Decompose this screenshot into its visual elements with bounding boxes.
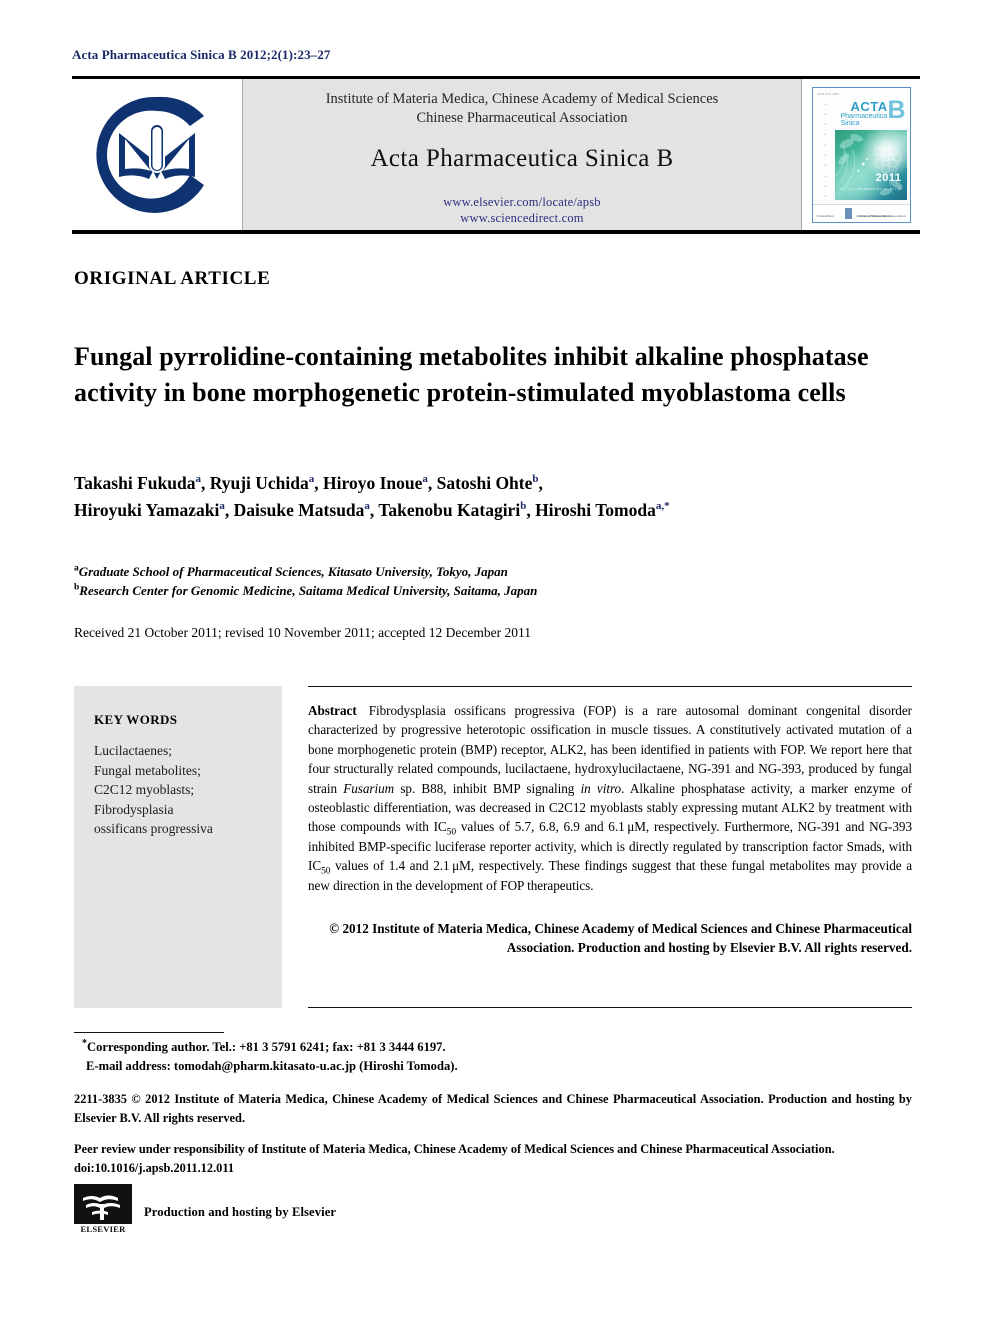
affiliation-item: aGraduate School of Pharmaceutical Scien… bbox=[74, 562, 874, 581]
elsevier-footer-caption: Production and hosting by Elsevier bbox=[144, 1204, 337, 1219]
cover-artwork: 2011 Vol. 1 No. 1 DECEMBER 2011 PAGES 1–… bbox=[834, 129, 907, 200]
author-affiliation-marker: a bbox=[195, 473, 201, 486]
author-affiliation-marker: a,* bbox=[655, 500, 670, 513]
author-affiliation-marker: a bbox=[219, 500, 225, 513]
cover-series-letter: B bbox=[887, 95, 906, 124]
keyword-item: Lucilactaenes; bbox=[94, 743, 172, 758]
sciencedirect-link[interactable]: www.sciencedirect.com bbox=[443, 211, 601, 227]
abstract-label: Abstract bbox=[308, 703, 357, 718]
peer-review-statement: Peer review under responsibility of Inst… bbox=[74, 1142, 835, 1156]
ic50-subscript: 50 bbox=[321, 866, 331, 877]
keyword-item: ossificans progressiva bbox=[94, 821, 213, 836]
abstract-copyright: © 2012 Institute of Materia Medica, Chin… bbox=[329, 921, 912, 956]
article-title: Fungal pyrrolidine-containing metabolite… bbox=[74, 342, 869, 408]
masthead-logo-cell bbox=[72, 79, 242, 230]
corresponding-author-footnote: *Corresponding author. Tel.: +81 3 5791 … bbox=[82, 1038, 458, 1075]
cover-top-note: ISSN 2211-3835 bbox=[817, 92, 840, 96]
keywords-box: KEY WORDS Lucilactaenes; Fungal metabolit… bbox=[74, 686, 282, 1008]
article-doi[interactable]: doi:10.1016/j.apsb.2011.12.011 bbox=[74, 1159, 912, 1178]
author-list: Takashi Fukudaa, Ryuji Uchidaa, Hiroyo I… bbox=[74, 473, 670, 520]
ic50-subscript: 50 bbox=[446, 828, 457, 839]
author-affiliation-marker: a bbox=[364, 500, 370, 513]
affiliation-item: bResearch Center for Genomic Medicine, S… bbox=[74, 581, 874, 600]
institute-of-materia-medica-logo bbox=[96, 96, 204, 213]
corresponding-author-contact: Corresponding author. Tel.: +81 3 5791 6… bbox=[87, 1040, 446, 1054]
journal-cover-thumbnail: ISSN 2211-3835 + + + + + + + + + + ACTA Pharmaceu… bbox=[811, 86, 911, 223]
author-affiliation-marker: a bbox=[308, 473, 315, 486]
author-name: Hiroyuki Yamazaki bbox=[74, 500, 220, 520]
journal-title: Acta Pharmaceutica Sinica B bbox=[370, 145, 674, 172]
footnote-divider bbox=[74, 1032, 224, 1033]
running-head: Acta Pharmaceutica Sinica B 2012;2(1):23… bbox=[72, 47, 331, 62]
masthead-center: Institute of Materia Medica, Chinese Aca… bbox=[242, 79, 802, 230]
keywords-heading: KEY WORDS bbox=[94, 712, 178, 727]
publisher-org-line-1: Institute of Materia Medica, Chinese Aca… bbox=[325, 91, 719, 107]
corresponding-author-email[interactable]: E-mail address: tomodah@pharm.kitasato-u… bbox=[86, 1059, 458, 1073]
cover-volume-info: Vol. 1 No. 1 DECEMBER 2011 PAGES 1–80 bbox=[839, 186, 902, 191]
journal-article-page: Acta Pharmaceutica Sinica B 2012;2(1):23… bbox=[0, 0, 992, 1323]
peer-review-block: Peer review under responsibility of Inst… bbox=[74, 1140, 912, 1177]
article-history: Received 21 October 2011; revised 10 Nov… bbox=[74, 625, 531, 640]
cover-footer-strip: ScienceDirect Institute of Materia Medic… bbox=[812, 203, 910, 222]
author-affiliation-marker: b bbox=[520, 500, 527, 513]
author-name: Hiroyo Inoue bbox=[323, 473, 423, 493]
elsevier-tree-logo: ELSEVIER bbox=[74, 1184, 132, 1234]
cover-tick-marks: + + + + + + + + + + bbox=[824, 102, 827, 201]
abstract-section: KEY WORDS Lucilactaenes; Fungal metabolit… bbox=[74, 686, 912, 1008]
author-name: Ryuji Uchida bbox=[209, 473, 309, 493]
masthead-urls: www.elsevier.com/locate/apsb www.science… bbox=[443, 195, 601, 226]
cover-footer-right: Chinese Pharmaceutical Association bbox=[859, 213, 906, 218]
elsevier-wordmark: ELSEVIER bbox=[74, 1224, 132, 1234]
abstract-text: Abstract Fibrodysplasia ossificans progre… bbox=[308, 703, 913, 893]
elsevier-production-footer: ELSEVIER Production and hosting by Elsev… bbox=[74, 1184, 336, 1234]
affiliation-text: Research Center for Genomic Medicine, Sa… bbox=[79, 583, 538, 598]
keyword-item: Fungal metabolites; bbox=[94, 762, 201, 778]
author-name: Daisuke Matsuda bbox=[233, 500, 365, 520]
cover-year: 2011 bbox=[875, 171, 902, 184]
author-name: Takashi Fukuda bbox=[74, 473, 196, 493]
affiliation-list: aGraduate School of Pharmaceutical Scien… bbox=[74, 562, 874, 600]
masthead-cover-cell: ISSN 2211-3835 + + + + + + + + + + ACTA Pharmaceu… bbox=[802, 79, 920, 230]
cover-elsevier-mark bbox=[844, 207, 852, 219]
keyword-item: Fibrodysplasia bbox=[94, 801, 174, 817]
affiliation-text: Graduate School of Pharmaceutical Scienc… bbox=[78, 564, 508, 579]
journal-masthead: Institute of Materia Medica, Chinese Aca… bbox=[72, 76, 920, 234]
author-name: Satoshi Ohte bbox=[436, 473, 533, 493]
author-name: Takenobu Katagiri bbox=[378, 500, 521, 520]
cover-footer-left: ScienceDirect bbox=[816, 213, 835, 218]
issn-copyright-block: 2211-3835 © 2012 Institute of Materia Me… bbox=[74, 1092, 912, 1125]
author-affiliation-marker: a bbox=[422, 473, 428, 486]
publisher-org-line-2: Chinese Pharmaceutical Association bbox=[416, 110, 628, 126]
author-name: Hiroshi Tomoda bbox=[535, 500, 656, 520]
abstract-genus-name: Fusarium bbox=[343, 780, 395, 796]
abstract-in-vitro: in vitro bbox=[580, 780, 622, 796]
journal-homepage-link[interactable]: www.elsevier.com/locate/apsb bbox=[443, 195, 601, 211]
keywords-list: Lucilactaenes; Fungal metabolites; C2C12 m… bbox=[94, 741, 282, 839]
article-type-label: ORIGINAL ARTICLE bbox=[74, 268, 271, 289]
elsevier-tree-glyph bbox=[74, 1184, 132, 1226]
author-affiliation-marker: b bbox=[532, 473, 539, 486]
abstract-column: Abstract Fibrodysplasia ossificans progre… bbox=[308, 686, 912, 1008]
keyword-item: C2C12 myoblasts; bbox=[94, 782, 195, 797]
